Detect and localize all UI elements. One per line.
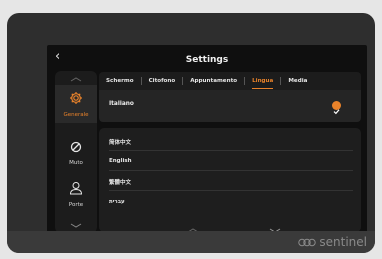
device-bottom-bar: sentinel <box>7 231 375 253</box>
chevron-down-icon[interactable] <box>55 221 97 230</box>
language-list: 简体中文 English 繁體中文 עברית <box>99 128 361 233</box>
tab-lingua[interactable]: Lingua <box>245 78 280 89</box>
sidebar-item-muto[interactable]: Muto <box>55 133 97 171</box>
divider <box>109 190 353 191</box>
sidebar: Generale Muto Porte <box>55 71 97 233</box>
sidebar-item-label: Generale <box>63 112 89 118</box>
user-icon <box>69 180 83 199</box>
tab-bar: Schermo Citofono Appuntamento Lingua Med… <box>99 72 361 90</box>
checkmark-icon <box>332 101 341 115</box>
brand-name: sentinel <box>319 235 367 249</box>
brand-logo: sentinel <box>297 235 367 249</box>
sidebar-item-label: Porte <box>68 202 84 208</box>
tab-media[interactable]: Media <box>281 78 314 84</box>
language-option-traditional-chinese[interactable]: 繁體中文 <box>109 178 131 186</box>
current-language-row[interactable]: Italiano <box>99 90 361 122</box>
screen: ‹ Settings Generale Muto Porte Schermo C… <box>47 45 367 237</box>
sidebar-item-porte[interactable]: Porte <box>55 175 97 213</box>
language-option-english[interactable]: English <box>109 158 132 164</box>
brand-mark-icon <box>297 238 316 247</box>
chevron-up-icon[interactable] <box>55 75 97 84</box>
sidebar-item-label: Muto <box>69 160 83 166</box>
divider <box>109 170 353 171</box>
mute-icon <box>70 138 82 157</box>
page-title: Settings <box>185 55 229 65</box>
language-option-hebrew[interactable]: עברית <box>109 199 125 205</box>
device-frame: ‹ Settings Generale Muto Porte Schermo C… <box>7 13 375 253</box>
divider <box>109 150 353 151</box>
gear-icon <box>69 90 83 109</box>
sidebar-item-generale[interactable]: Generale <box>55 85 97 123</box>
tab-appuntamento[interactable]: Appuntamento <box>183 78 244 84</box>
current-language-label: Italiano <box>109 101 134 107</box>
language-option-simplified-chinese[interactable]: 简体中文 <box>109 138 131 146</box>
tab-citofono[interactable]: Citofono <box>142 78 183 84</box>
tab-schermo[interactable]: Schermo <box>99 78 141 84</box>
